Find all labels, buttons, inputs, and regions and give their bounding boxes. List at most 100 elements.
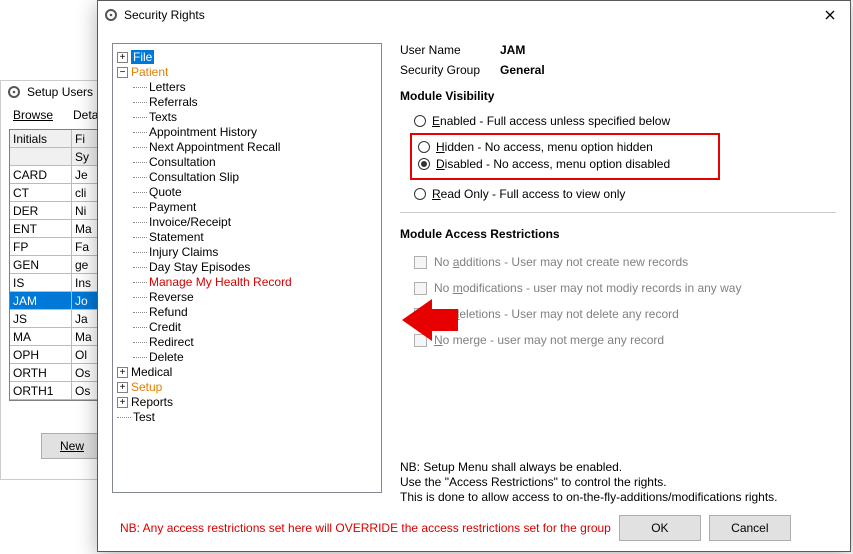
tree-label: Redirect bbox=[149, 335, 194, 349]
tree-item[interactable]: Redirect bbox=[133, 335, 377, 350]
tree-label: Credit bbox=[149, 320, 181, 334]
title-label: Setup Users bbox=[27, 85, 93, 99]
tree-item[interactable]: Payment bbox=[133, 200, 377, 215]
title-label: Security Rights bbox=[124, 8, 205, 22]
expand-icon[interactable]: + bbox=[117, 382, 128, 393]
expand-icon[interactable]: + bbox=[117, 52, 128, 63]
tree-item[interactable]: Day Stay Episodes bbox=[133, 260, 377, 275]
cell-initials: ORTH1 bbox=[10, 382, 72, 399]
tree-item[interactable]: +Setup bbox=[117, 380, 377, 395]
tree-label: Manage My Health Record bbox=[149, 275, 292, 289]
user-name-value: JAM bbox=[500, 43, 525, 57]
option-label: Enabled - Full access unless specified b… bbox=[432, 114, 670, 128]
option-label: No additions - User may not create new r… bbox=[434, 255, 688, 269]
tab-browse[interactable]: Browse bbox=[5, 105, 61, 125]
tree-label: Appointment History bbox=[149, 125, 257, 139]
tree-item[interactable]: Statement bbox=[133, 230, 377, 245]
restrict-no-modifications: No modifications - user may not modiy re… bbox=[414, 281, 836, 295]
cell-initials: CT bbox=[10, 184, 72, 201]
option-label: No merge - user may not merge any record bbox=[434, 333, 664, 347]
visibility-enabled[interactable]: Enabled - Full access unless specified b… bbox=[414, 114, 836, 128]
separator bbox=[400, 212, 836, 213]
tree-item[interactable]: Referrals bbox=[133, 95, 377, 110]
tree-item[interactable]: Quote bbox=[133, 185, 377, 200]
user-name-label: User Name bbox=[400, 43, 500, 57]
footer-note: NB: Any access restrictions set here wil… bbox=[120, 521, 611, 535]
tree-item[interactable]: +Medical bbox=[117, 365, 377, 380]
tree-label: Consultation Slip bbox=[149, 170, 239, 184]
tree-item[interactable]: +File bbox=[117, 50, 377, 65]
tree-item[interactable]: Manage My Health Record bbox=[133, 275, 377, 290]
col-initials[interactable]: Initials bbox=[10, 130, 72, 147]
tree-label: Patient bbox=[131, 65, 168, 79]
module-tree[interactable]: +File−PatientLettersReferralsTextsAppoin… bbox=[112, 43, 382, 493]
tree-item[interactable]: −Patient bbox=[117, 65, 377, 80]
tree-item[interactable]: Invoice/Receipt bbox=[133, 215, 377, 230]
cell-initials: MA bbox=[10, 328, 72, 345]
visibility-hidden[interactable]: Hidden - No access, menu option hidden bbox=[418, 140, 714, 154]
cell-initials: JS bbox=[10, 310, 72, 327]
tree-item[interactable]: Texts bbox=[133, 110, 377, 125]
tree-label: File bbox=[131, 50, 154, 64]
tree-label: Reports bbox=[131, 395, 173, 409]
nb-line: Use the "Access Restrictions" to control… bbox=[400, 475, 836, 490]
tree-item[interactable]: Delete bbox=[133, 350, 377, 365]
tree-item[interactable]: Consultation bbox=[133, 155, 377, 170]
tree-item[interactable]: Letters bbox=[133, 80, 377, 95]
restrict-no-additions: No additions - User may not create new r… bbox=[414, 255, 836, 269]
tree-label: Statement bbox=[149, 230, 204, 244]
restrict-no-deletions: No deletions - User may not delete any r… bbox=[414, 307, 836, 321]
cell-initials: GEN bbox=[10, 256, 72, 273]
tree-label: Medical bbox=[131, 365, 172, 379]
subheader-1 bbox=[10, 148, 72, 165]
visibility-disabled[interactable]: Disabled - No access, menu option disabl… bbox=[418, 157, 714, 171]
ok-button[interactable]: OK bbox=[619, 515, 701, 541]
cell-initials: ENT bbox=[10, 220, 72, 237]
security-group-value: General bbox=[500, 63, 545, 77]
option-label: Disabled - No access, menu option disabl… bbox=[436, 157, 670, 171]
tree-label: Consultation bbox=[149, 155, 216, 169]
tree-item[interactable]: Injury Claims bbox=[133, 245, 377, 260]
tree-item[interactable]: Test bbox=[117, 410, 377, 425]
new-button[interactable]: New bbox=[41, 433, 103, 459]
cell-initials: DER bbox=[10, 202, 72, 219]
cancel-button[interactable]: Cancel bbox=[709, 515, 791, 541]
highlight-box: Hidden - No access, menu option hidden D… bbox=[410, 133, 720, 180]
tree-label: Referrals bbox=[149, 95, 198, 109]
expand-icon[interactable]: + bbox=[117, 367, 128, 378]
tree-item[interactable]: Next Appointment Recall bbox=[133, 140, 377, 155]
security-group-label: Security Group bbox=[400, 63, 500, 77]
expand-icon[interactable]: + bbox=[117, 397, 128, 408]
tree-label: Delete bbox=[149, 350, 184, 364]
module-restrictions-title: Module Access Restrictions bbox=[400, 227, 836, 241]
tree-label: Day Stay Episodes bbox=[149, 260, 250, 274]
nb-line: NB: Setup Menu shall always be enabled. bbox=[400, 460, 836, 475]
security-rights-window: Security Rights +File−PatientLettersRefe… bbox=[97, 0, 851, 552]
nb-line: This is done to allow access to on-the-f… bbox=[400, 490, 836, 505]
tree-item[interactable]: +Reports bbox=[117, 395, 377, 410]
close-button[interactable] bbox=[810, 1, 850, 29]
tree-item[interactable]: Refund bbox=[133, 305, 377, 320]
cell-initials: OPH bbox=[10, 346, 72, 363]
tree-item[interactable]: Credit bbox=[133, 320, 377, 335]
option-label: Read Only - Full access to view only bbox=[432, 187, 625, 201]
radio-icon bbox=[414, 115, 426, 127]
footer: NB: Any access restrictions set here wil… bbox=[98, 511, 850, 551]
tree-item[interactable]: Reverse bbox=[133, 290, 377, 305]
close-icon bbox=[825, 10, 835, 20]
titlebar: Security Rights bbox=[98, 1, 850, 29]
collapse-icon[interactable]: − bbox=[117, 67, 128, 78]
tree-label: Setup bbox=[131, 380, 162, 394]
radio-icon bbox=[418, 141, 430, 153]
tree-label: Next Appointment Recall bbox=[149, 140, 280, 154]
tree-label: Refund bbox=[149, 305, 188, 319]
details-panel: User Name JAM Security Group General Mod… bbox=[400, 43, 836, 505]
tree-label: Test bbox=[133, 410, 155, 424]
tree-item[interactable]: Consultation Slip bbox=[133, 170, 377, 185]
tree-item[interactable]: Appointment History bbox=[133, 125, 377, 140]
radio-icon bbox=[414, 188, 426, 200]
option-label: No deletions - User may not delete any r… bbox=[434, 307, 679, 321]
tree-label: Injury Claims bbox=[149, 245, 218, 259]
visibility-readonly[interactable]: Read Only - Full access to view only bbox=[414, 187, 836, 201]
option-label: Hidden - No access, menu option hidden bbox=[436, 140, 653, 154]
